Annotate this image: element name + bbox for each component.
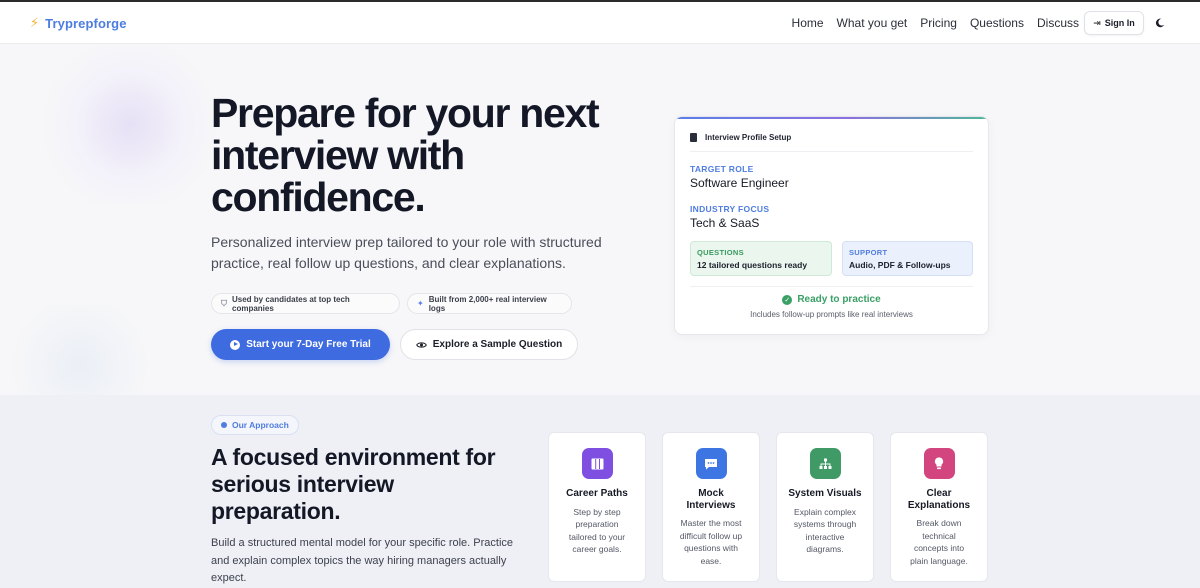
- hero-subtitle: Personalized interview prep tailored to …: [211, 234, 602, 271]
- theme-toggle-button[interactable]: [1150, 13, 1170, 33]
- start-trial-button[interactable]: Start your 7-Day Free Trial: [211, 329, 390, 360]
- trust-pill: ⛉ Used by candidates at top tech compani…: [211, 293, 400, 314]
- feature-card-mock-interviews: Mock Interviews Master the most difficul…: [662, 432, 760, 582]
- feature-title: Clear Explanations: [907, 488, 971, 511]
- nav-link-pricing[interactable]: Pricing: [920, 16, 957, 30]
- feature-title: Mock Interviews: [686, 488, 736, 511]
- trust-pill-label: Used by candidates at top tech companies: [232, 294, 350, 313]
- brand-name: Tryprepforge: [45, 15, 127, 31]
- feature-card-system-visuals: System Visuals Explain complex systems t…: [776, 432, 874, 582]
- decorative-glow: [0, 305, 160, 395]
- feature-description: Step by step preparation tailored to you…: [568, 506, 626, 555]
- bolt-icon: ⚡: [30, 15, 40, 30]
- sign-in-label: Sign In: [1104, 18, 1135, 28]
- moon-icon: [1155, 18, 1165, 28]
- support-stat-value: Audio, PDF & Follow-ups: [849, 260, 951, 270]
- ready-status-label: Ready to practice: [797, 294, 881, 305]
- approach-section: Our Approach A focused environment for s…: [0, 395, 1200, 588]
- sign-in-icon: ⇥: [1093, 17, 1101, 28]
- nav-link-discuss[interactable]: Discuss: [1037, 16, 1079, 30]
- feature-description: Explain complex systems through interact…: [793, 506, 857, 555]
- divider: [690, 286, 973, 287]
- industry-focus-value: Tech & SaaS: [690, 216, 760, 230]
- feature-description: Master the most difficult follow up ques…: [679, 518, 743, 566]
- support-stat-label: SUPPORT: [849, 248, 888, 257]
- play-icon: [230, 339, 241, 350]
- feature-title: Career Paths: [566, 488, 628, 499]
- industry-focus-label: INDUSTRY FOCUS: [690, 204, 770, 214]
- chat-icon: [695, 448, 727, 479]
- lightbulb-icon: [923, 448, 955, 479]
- brand-logo[interactable]: ⚡ Tryprepforge: [30, 15, 127, 31]
- nav-link-questions[interactable]: Questions: [970, 16, 1024, 30]
- feature-title: System Visuals: [788, 488, 862, 499]
- check-circle-icon: ✓: [782, 294, 793, 305]
- trust-pill-label: Built from 2,000+ real interview logs: [428, 294, 547, 313]
- section-title: A focused environment for serious interv…: [211, 444, 496, 524]
- target-role-value: Software Engineer: [690, 176, 789, 190]
- trust-pill: ✦ Built from 2,000+ real interview logs: [407, 293, 572, 314]
- feature-card-clear-explanations: Clear Explanations Break down technical …: [890, 432, 988, 582]
- feature-description: Break down technical concepts into plain…: [910, 518, 968, 566]
- map-icon: [581, 448, 613, 479]
- section-badge: Our Approach: [211, 415, 299, 435]
- eye-icon: [415, 341, 427, 348]
- lightbulb-icon: [221, 422, 227, 428]
- explore-sample-label: Explore a Sample Question: [432, 339, 563, 350]
- nav-link-what-you-get[interactable]: What you get: [837, 16, 908, 30]
- hero-section: Prepare for your next interview with con…: [0, 45, 1200, 395]
- target-role-label: TARGET ROLE: [690, 164, 754, 174]
- sitemap-icon: [809, 448, 841, 479]
- ready-status: ✓ Ready to practice: [675, 294, 988, 305]
- divider: [690, 151, 973, 152]
- nav-link-home[interactable]: Home: [792, 16, 824, 30]
- feature-card-career-paths: Career Paths Step by step preparation ta…: [548, 432, 646, 582]
- shield-icon: ⛉: [221, 298, 227, 308]
- questions-stat: QUESTIONS 12 tailored questions ready: [690, 241, 832, 276]
- card-header-label: Interview Profile Setup: [705, 133, 792, 142]
- document-icon: [690, 133, 697, 142]
- sign-in-button[interactable]: ⇥ Sign In: [1084, 11, 1144, 35]
- ready-status-note: Includes follow-up prompts like real int…: [750, 310, 913, 319]
- card-accent-bar: [675, 117, 988, 119]
- explore-sample-button[interactable]: Explore a Sample Question: [400, 329, 578, 360]
- card-header: Interview Profile Setup: [690, 133, 791, 142]
- interview-profile-card: Interview Profile Setup TARGET ROLE Soft…: [674, 116, 989, 335]
- nav-links: Home What you get Pricing Questions Disc…: [792, 16, 1079, 30]
- support-stat: SUPPORT Audio, PDF & Follow-ups: [842, 241, 973, 276]
- decorative-glow: [40, 45, 220, 205]
- hero-title: Prepare for your next interview with con…: [211, 90, 600, 220]
- top-navbar: ⚡ Tryprepforge Home What you get Pricing…: [0, 2, 1200, 44]
- questions-stat-value: 12 tailored questions ready: [697, 260, 808, 270]
- start-trial-label: Start your 7-Day Free Trial: [246, 339, 371, 350]
- section-subtitle: Build a structured mental model for your…: [211, 537, 514, 584]
- sparkle-icon: ✦: [417, 299, 424, 308]
- questions-stat-label: QUESTIONS: [697, 248, 744, 257]
- section-badge-label: Our Approach: [232, 420, 289, 430]
